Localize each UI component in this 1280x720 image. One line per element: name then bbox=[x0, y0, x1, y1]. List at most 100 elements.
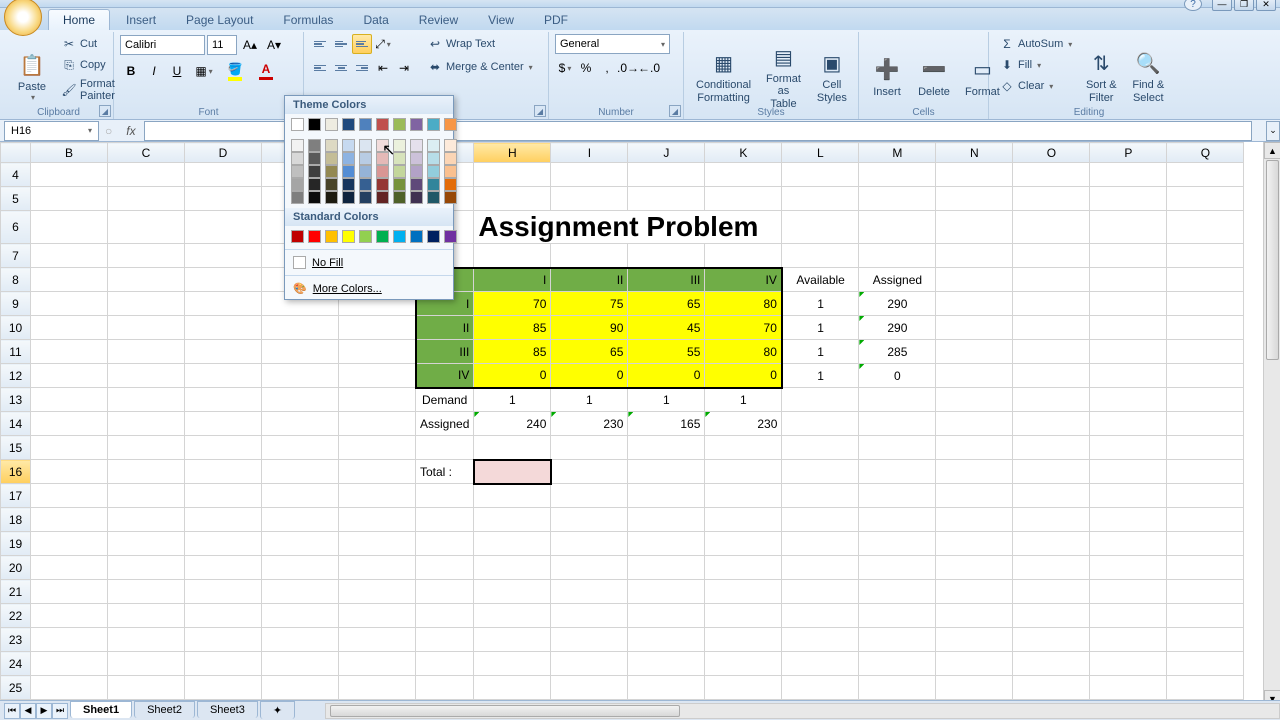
shrink-font-button[interactable]: A▾ bbox=[263, 34, 285, 56]
cell-E19[interactable] bbox=[262, 532, 339, 556]
row-header-21[interactable]: 21 bbox=[1, 580, 31, 604]
cell-L5[interactable] bbox=[782, 187, 859, 211]
cell-C25[interactable] bbox=[108, 676, 185, 700]
cell-M25[interactable] bbox=[859, 676, 936, 700]
clipboard-launcher[interactable]: ◢ bbox=[99, 105, 111, 117]
cell-M24[interactable] bbox=[859, 652, 936, 676]
color-swatch[interactable] bbox=[291, 118, 304, 131]
cell-B23[interactable] bbox=[31, 628, 108, 652]
cell-E20[interactable] bbox=[262, 556, 339, 580]
sheet-nav-first[interactable]: ⏮ bbox=[4, 703, 20, 719]
cell-I10[interactable]: 90 bbox=[551, 316, 628, 340]
insert-cells-button[interactable]: ➕Insert bbox=[865, 34, 909, 117]
cell-B25[interactable] bbox=[31, 676, 108, 700]
cell-P16[interactable] bbox=[1090, 460, 1167, 484]
cell-F16[interactable] bbox=[339, 460, 416, 484]
cell-I23[interactable] bbox=[551, 628, 628, 652]
cell-J15[interactable] bbox=[628, 436, 705, 460]
cell-O6[interactable] bbox=[1013, 211, 1090, 244]
cell-G14[interactable]: Assigned bbox=[416, 412, 474, 436]
cell-H12[interactable]: 0 bbox=[474, 364, 551, 388]
cell-F19[interactable] bbox=[339, 532, 416, 556]
color-swatch[interactable] bbox=[291, 152, 304, 165]
cell-N18[interactable] bbox=[936, 508, 1013, 532]
color-swatch[interactable] bbox=[342, 191, 355, 204]
cell-O19[interactable] bbox=[1013, 532, 1090, 556]
cell-H9[interactable]: 70 bbox=[474, 292, 551, 316]
cell-H18[interactable] bbox=[474, 508, 551, 532]
cell-D11[interactable] bbox=[185, 340, 262, 364]
cell-G17[interactable] bbox=[416, 484, 474, 508]
cell-D10[interactable] bbox=[185, 316, 262, 340]
cell-H11[interactable]: 85 bbox=[474, 340, 551, 364]
cell-P14[interactable] bbox=[1090, 412, 1167, 436]
cell-L8[interactable]: Available bbox=[782, 268, 859, 292]
cell-D4[interactable] bbox=[185, 163, 262, 187]
cell-I5[interactable] bbox=[551, 187, 628, 211]
cell-N23[interactable] bbox=[936, 628, 1013, 652]
cell-M10[interactable]: 290 bbox=[859, 316, 936, 340]
cell-C14[interactable] bbox=[108, 412, 185, 436]
color-swatch[interactable] bbox=[444, 118, 457, 131]
tab-data[interactable]: Data bbox=[349, 10, 402, 30]
color-swatch[interactable] bbox=[393, 230, 406, 243]
cell-G13[interactable]: Demand bbox=[416, 388, 474, 412]
cell-M5[interactable] bbox=[859, 187, 936, 211]
percent-button[interactable]: % bbox=[576, 58, 596, 78]
number-format-dropdown[interactable]: General▾ bbox=[555, 34, 670, 54]
cell-Q24[interactable] bbox=[1167, 652, 1244, 676]
row-header-17[interactable]: 17 bbox=[1, 484, 31, 508]
cell-N11[interactable] bbox=[936, 340, 1013, 364]
cell-C15[interactable] bbox=[108, 436, 185, 460]
cell-O5[interactable] bbox=[1013, 187, 1090, 211]
cell-P5[interactable] bbox=[1090, 187, 1167, 211]
cell-J9[interactable]: 65 bbox=[628, 292, 705, 316]
conditional-formatting-button[interactable]: ▦Conditional Formatting bbox=[690, 34, 757, 117]
align-left-button[interactable] bbox=[310, 58, 330, 78]
cell-D9[interactable] bbox=[185, 292, 262, 316]
cell-O21[interactable] bbox=[1013, 580, 1090, 604]
horizontal-scrollbar[interactable] bbox=[325, 703, 1280, 719]
cell-C7[interactable] bbox=[108, 244, 185, 268]
cell-J4[interactable] bbox=[628, 163, 705, 187]
paste-button[interactable]: 📋 Paste ▾ bbox=[10, 34, 54, 117]
cell-B18[interactable] bbox=[31, 508, 108, 532]
cell-N15[interactable] bbox=[936, 436, 1013, 460]
row-header-11[interactable]: 11 bbox=[1, 340, 31, 364]
cell-E23[interactable] bbox=[262, 628, 339, 652]
number-launcher[interactable]: ◢ bbox=[669, 105, 681, 117]
color-swatch[interactable] bbox=[393, 152, 406, 165]
col-header-O[interactable]: O bbox=[1013, 143, 1090, 163]
cell-M20[interactable] bbox=[859, 556, 936, 580]
sheet-tab-3[interactable]: Sheet3 bbox=[197, 701, 258, 718]
cell-H20[interactable] bbox=[474, 556, 551, 580]
cell-G10[interactable]: II bbox=[416, 316, 474, 340]
cell-L11[interactable]: 1 bbox=[782, 340, 859, 364]
cell-M14[interactable] bbox=[859, 412, 936, 436]
cell-I7[interactable] bbox=[551, 244, 628, 268]
color-swatch[interactable] bbox=[427, 230, 440, 243]
color-swatch[interactable] bbox=[410, 118, 423, 131]
color-swatch[interactable] bbox=[308, 139, 321, 152]
underline-button[interactable]: U bbox=[166, 60, 188, 82]
cell-H8[interactable]: I bbox=[474, 268, 551, 292]
cell-H5[interactable] bbox=[474, 187, 551, 211]
cell-L21[interactable] bbox=[782, 580, 859, 604]
cell-M23[interactable] bbox=[859, 628, 936, 652]
cell-K7[interactable] bbox=[705, 244, 782, 268]
cell-C21[interactable] bbox=[108, 580, 185, 604]
cell-G16[interactable]: Total : bbox=[416, 460, 474, 484]
cell-G22[interactable] bbox=[416, 604, 474, 628]
cell-P4[interactable] bbox=[1090, 163, 1167, 187]
cell-I18[interactable] bbox=[551, 508, 628, 532]
color-swatch[interactable] bbox=[325, 152, 338, 165]
cell-N14[interactable] bbox=[936, 412, 1013, 436]
cell-F12[interactable] bbox=[339, 364, 416, 388]
cell-O15[interactable] bbox=[1013, 436, 1090, 460]
copy-button[interactable]: ⎘Copy bbox=[57, 55, 119, 75]
cell-P24[interactable] bbox=[1090, 652, 1167, 676]
cell-I25[interactable] bbox=[551, 676, 628, 700]
cell-P17[interactable] bbox=[1090, 484, 1167, 508]
cell-N25[interactable] bbox=[936, 676, 1013, 700]
cell-Q22[interactable] bbox=[1167, 604, 1244, 628]
